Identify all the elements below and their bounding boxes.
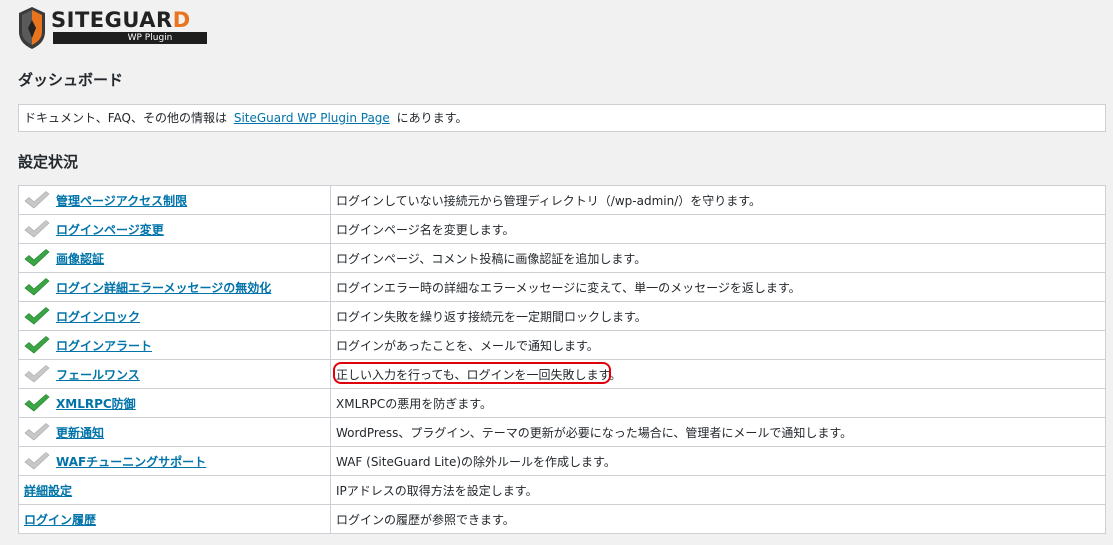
info-notice: ドキュメント、FAQ、その他の情報は SiteGuard WP Plugin P…	[18, 104, 1106, 132]
check-disabled-icon	[24, 363, 50, 385]
siteguard-logo: SITEGUARD WP Plugin	[17, 6, 209, 50]
notice-text-before: ドキュメント、FAQ、その他の情報は	[24, 111, 228, 125]
check-enabled-icon	[24, 392, 50, 414]
feature-link[interactable]: XMLRPC防御	[56, 395, 136, 412]
feature-link[interactable]: ログイン履歴	[24, 511, 96, 528]
feature-description-cell: IPアドレスの取得方法を設定します。	[330, 475, 1106, 505]
feature-description: ログインページ、コメント投稿に画像認証を追加します。	[336, 251, 647, 266]
feature-cell: ログイン履歴	[18, 504, 331, 534]
feature-link[interactable]: ログインロック	[56, 308, 140, 325]
table-row: ログインロック ログイン失敗を繰り返す接続元を一定期間ロックします。	[18, 301, 1106, 331]
feature-description-cell: ログインがあったことを、メールで通知します。	[330, 330, 1106, 360]
feature-description: ログインしていない接続元から管理ディレクトリ（/wp-admin/）を守ります。	[336, 193, 762, 208]
feature-description: ログインエラー時の詳細なエラーメッセージに変えて、単一のメッセージを返します。	[336, 280, 801, 295]
feature-link[interactable]: 画像認証	[56, 250, 104, 267]
feature-cell: ログイン詳細エラーメッセージの無効化	[18, 272, 331, 302]
table-row: 更新通知 WordPress、プラグイン、テーマの更新が必要になった場合に、管理者…	[18, 417, 1106, 447]
table-row: ログインページ変更 ログインページ名を変更します。	[18, 214, 1106, 244]
check-enabled-icon	[24, 334, 50, 356]
feature-link[interactable]: ログインアラート	[56, 337, 152, 354]
table-row: フェールワンス 正しい入力を行っても、ログインを一回失敗します。	[18, 359, 1106, 389]
table-row: ログイン履歴 ログインの履歴が参照できます。	[18, 504, 1106, 534]
check-enabled-icon	[24, 247, 50, 269]
logo-subtitle: WP Plugin	[53, 32, 207, 44]
feature-link[interactable]: 詳細設定	[24, 482, 72, 499]
feature-cell: ログインアラート	[18, 330, 331, 360]
table-row: 詳細設定 IPアドレスの取得方法を設定します。	[18, 475, 1106, 505]
feature-link[interactable]: フェールワンス	[56, 366, 140, 383]
feature-cell: ログインロック	[18, 301, 331, 331]
feature-cell: 詳細設定	[18, 475, 331, 505]
notice-text-after: にあります。	[396, 111, 468, 125]
feature-description-cell: ログインの履歴が参照できます。	[330, 504, 1106, 534]
feature-link[interactable]: 更新通知	[56, 424, 104, 441]
feature-description: XMLRPCの悪用を防ぎます。	[336, 396, 493, 411]
feature-cell: 管理ページアクセス制限	[18, 185, 331, 215]
feature-description: ログイン失敗を繰り返す接続元を一定期間ロックします。	[336, 309, 647, 324]
check-disabled-icon	[24, 450, 50, 472]
feature-cell: フェールワンス	[18, 359, 331, 389]
feature-link[interactable]: WAFチューニングサポート	[56, 453, 206, 470]
table-row: 管理ページアクセス制限 ログインしていない接続元から管理ディレクトリ（/wp-ad…	[18, 185, 1106, 215]
check-enabled-icon	[24, 276, 50, 298]
feature-description-cell: WordPress、プラグイン、テーマの更新が必要になった場合に、管理者にメール…	[330, 417, 1106, 447]
feature-description: ログインページ名を変更します。	[336, 222, 515, 237]
table-row: 画像認証 ログインページ、コメント投稿に画像認証を追加します。	[18, 243, 1106, 273]
logo-wordmark: SITEGUARD	[51, 8, 191, 32]
page-title: ダッシュボード	[18, 71, 124, 89]
check-disabled-icon	[24, 421, 50, 443]
feature-description-cell: XMLRPCの悪用を防ぎます。	[330, 388, 1106, 418]
settings-status-table: 管理ページアクセス制限 ログインしていない接続元から管理ディレクトリ（/wp-ad…	[18, 185, 1106, 534]
feature-cell: 画像認証	[18, 243, 331, 273]
table-row: XMLRPC防御 XMLRPCの悪用を防ぎます。	[18, 388, 1106, 418]
check-enabled-icon	[24, 305, 50, 327]
feature-description-cell: ログインエラー時の詳細なエラーメッセージに変えて、単一のメッセージを返します。	[330, 272, 1106, 302]
feature-cell: 更新通知	[18, 417, 331, 447]
feature-description: IPアドレスの取得方法を設定します。	[336, 483, 538, 498]
feature-description-cell: ログイン失敗を繰り返す接続元を一定期間ロックします。	[330, 301, 1106, 331]
shield-logo-icon	[19, 7, 45, 49]
feature-description: ログインがあったことを、メールで通知します。	[336, 338, 599, 353]
feature-description: WordPress、プラグイン、テーマの更新が必要になった場合に、管理者にメール…	[336, 425, 853, 440]
feature-link[interactable]: ログインページ変更	[56, 221, 164, 238]
feature-description-cell: 正しい入力を行っても、ログインを一回失敗します。	[330, 359, 1106, 389]
section-title: 設定状況	[18, 153, 79, 171]
feature-description-cell: WAF (SiteGuard Lite)の除外ルールを作成します。	[330, 446, 1106, 476]
feature-cell: ログインページ変更	[18, 214, 331, 244]
table-row: ログインアラート ログインがあったことを、メールで通知します。	[18, 330, 1106, 360]
check-disabled-icon	[24, 218, 50, 240]
table-row: WAFチューニングサポート WAF (SiteGuard Lite)の除外ルールを…	[18, 446, 1106, 476]
feature-link[interactable]: ログイン詳細エラーメッセージの無効化	[56, 279, 271, 296]
plugin-page-link[interactable]: SiteGuard WP Plugin Page	[234, 111, 390, 125]
feature-cell: XMLRPC防御	[18, 388, 331, 418]
feature-description-cell: ログインページ名を変更します。	[330, 214, 1106, 244]
feature-link[interactable]: 管理ページアクセス制限	[56, 192, 187, 209]
feature-description: ログインの履歴が参照できます。	[336, 512, 515, 527]
feature-description: WAF (SiteGuard Lite)の除外ルールを作成します。	[336, 454, 616, 469]
feature-cell: WAFチューニングサポート	[18, 446, 331, 476]
feature-description-cell: ログインページ、コメント投稿に画像認証を追加します。	[330, 243, 1106, 273]
feature-description-cell: ログインしていない接続元から管理ディレクトリ（/wp-admin/）を守ります。	[330, 185, 1106, 215]
table-row: ログイン詳細エラーメッセージの無効化 ログインエラー時の詳細なエラーメッセージに変…	[18, 272, 1106, 302]
highlight-annotation	[333, 362, 611, 384]
check-disabled-icon	[24, 189, 50, 211]
